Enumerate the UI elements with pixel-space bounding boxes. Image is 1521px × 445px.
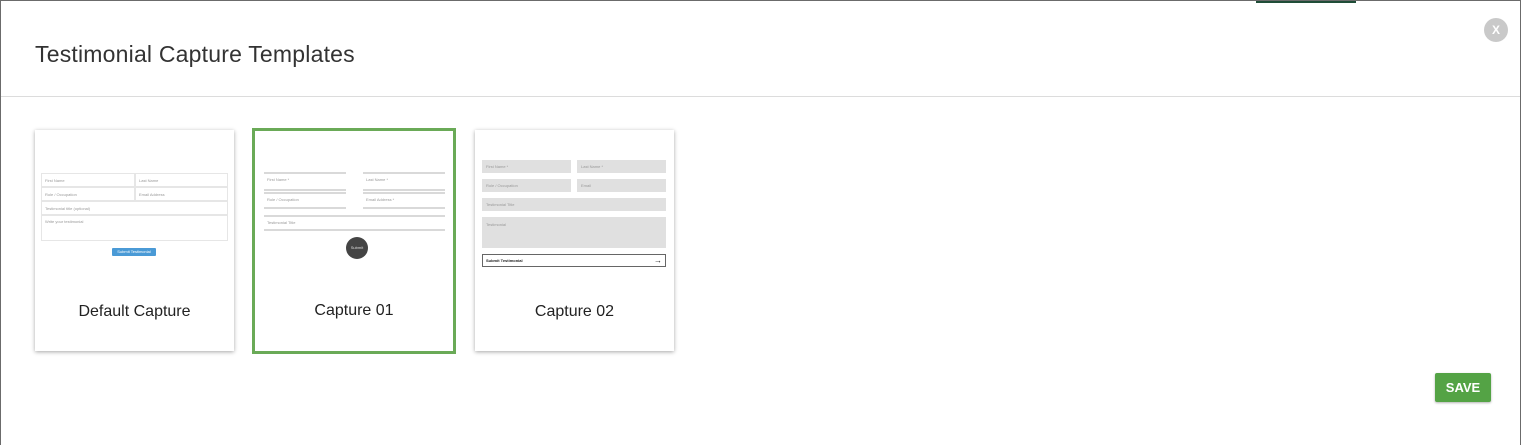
preview-line [264, 229, 445, 231]
template-card-label: Capture 02 [534, 303, 615, 320]
preview-field: Last Name [135, 173, 228, 187]
template-preview-capture-01: First Name * Last Name * Role / Occupati… [255, 131, 453, 281]
preview-field: Testimonial title (optional) [41, 201, 228, 215]
template-preview-capture-02: First Name * Last Name * Role / Occupati… [475, 130, 674, 280]
preview-field-label: Email [581, 183, 592, 188]
preview-field: Testimonial Title [482, 198, 666, 211]
preview-field-label: Testimonial title (optional) [45, 206, 91, 211]
preview-field-label: Role / Occupation [267, 197, 299, 202]
preview-field: Role / Occupation [482, 179, 571, 192]
preview-submit-button: Submit [346, 237, 368, 259]
preview-line [264, 189, 346, 191]
preview-submit-label: Submit Testimonial [486, 258, 523, 263]
template-card-label: Capture 01 [314, 302, 394, 319]
preview-field-label: Role / Occupation [45, 192, 77, 197]
preview-line [363, 192, 445, 194]
preview-line [363, 207, 445, 209]
preview-field: First Name * [482, 160, 571, 173]
preview-field-label: First Name [45, 178, 65, 183]
preview-field-label: Email Address * [366, 197, 395, 202]
preview-line [264, 172, 346, 174]
preview-field-label: Testimonial [486, 222, 507, 227]
preview-line [264, 207, 346, 209]
preview-field-label: Role / Occupation [486, 183, 518, 188]
template-card-label: Default Capture [78, 303, 191, 320]
preview-line [363, 189, 445, 191]
preview-line [363, 172, 445, 174]
preview-field-label: Last Name * [581, 164, 604, 169]
preview-textarea: Write your testimonial [41, 215, 228, 241]
preview-field-label: Write your testimonial [45, 219, 84, 224]
preview-field-label: Last Name * [366, 177, 389, 182]
template-modal: Testimonial Capture Templates X First Na… [0, 0, 1521, 445]
preview-field-label: First Name * [267, 177, 290, 182]
preview-line [264, 215, 445, 217]
preview-textarea: Testimonial [482, 217, 666, 248]
preview-submit-button: Submit Testimonial → [482, 254, 666, 267]
preview-field-label: Testimonial Title [486, 202, 515, 207]
preview-field-label: Last Name [139, 178, 159, 183]
preview-field-label: Email Address [139, 192, 165, 197]
preview-field-label: First Name * [486, 164, 509, 169]
arrow-right-icon: → [654, 256, 662, 265]
preview-field-label: Testimonial Title [267, 220, 296, 225]
preview-field: Role / Occupation [41, 187, 135, 201]
template-card-default-capture[interactable]: First Name Last Name Role / Occupation E… [35, 130, 234, 351]
preview-field: First Name [41, 173, 135, 187]
preview-field: Email [577, 179, 666, 192]
preview-submit-button: Submit Testimonial [112, 248, 156, 256]
template-card-capture-01[interactable]: First Name * Last Name * Role / Occupati… [252, 128, 456, 354]
modal-title: Testimonial Capture Templates [35, 41, 355, 67]
template-card-capture-02[interactable]: First Name * Last Name * Role / Occupati… [475, 130, 674, 351]
preview-line [264, 192, 346, 194]
save-button[interactable]: SAVE [1435, 373, 1491, 402]
preview-field: Last Name * [577, 160, 666, 173]
template-preview-default: First Name Last Name Role / Occupation E… [35, 130, 234, 280]
modal-header: Testimonial Capture Templates [1, 1, 1520, 97]
close-button[interactable]: X [1484, 18, 1508, 42]
preview-field: Email Address [135, 187, 228, 201]
